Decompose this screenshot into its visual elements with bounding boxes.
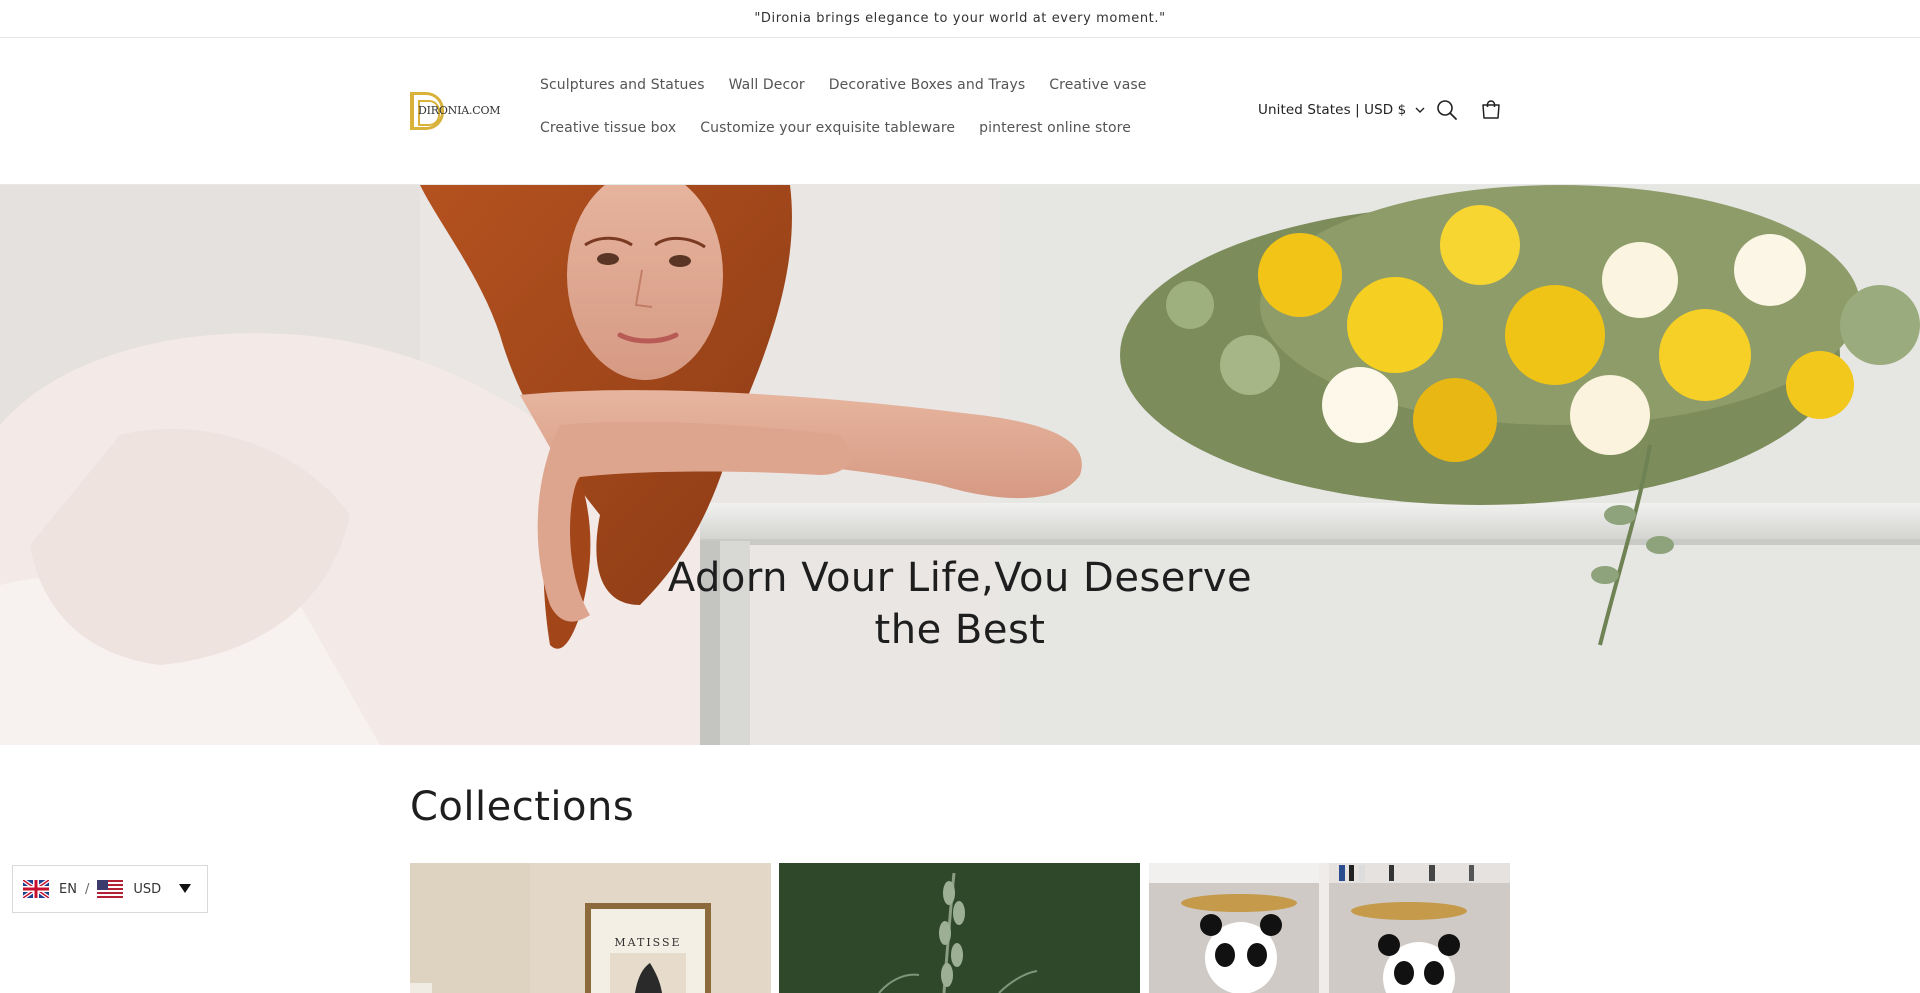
chevron-down-icon bbox=[1415, 107, 1425, 113]
collection-card-image bbox=[1149, 863, 1510, 993]
language-code: EN bbox=[59, 881, 77, 897]
announcement-bar: "Dironia brings elegance to your world a… bbox=[0, 0, 1920, 38]
uk-flag-icon bbox=[23, 880, 49, 898]
cart-icon bbox=[1482, 100, 1500, 119]
collection-card-image bbox=[779, 863, 1140, 993]
collection-card-vase[interactable] bbox=[779, 863, 1140, 993]
collections-title: Collections bbox=[410, 784, 635, 830]
nav-item-pinterest-store[interactable]: pinterest online store bbox=[967, 120, 1143, 136]
hero-banner: Adorn Vour Life,Vou Deserve the Best bbox=[0, 185, 1920, 745]
nav-item-decorative-boxes-trays[interactable]: Decorative Boxes and Trays bbox=[817, 77, 1037, 93]
site-header: DIRONIA.COM Sculptures and Statues Wall … bbox=[0, 38, 1920, 185]
nav-row-2: Creative tissue box Customize your exqui… bbox=[528, 106, 1131, 149]
site-logo[interactable]: DIRONIA.COM bbox=[410, 91, 501, 131]
nav-item-customize-tableware[interactable]: Customize your exquisite tableware bbox=[688, 120, 967, 136]
collection-card-image: MATISSE bbox=[410, 863, 771, 993]
language-currency-switcher[interactable]: EN / USD bbox=[12, 865, 208, 913]
collection-card-wall-art[interactable]: MATISSE bbox=[410, 863, 771, 993]
collection-cards: MATISSE bbox=[410, 863, 1510, 993]
currency-code: USD bbox=[133, 881, 162, 897]
nav-row-1: Sculptures and Statues Wall Decor Decora… bbox=[528, 63, 1146, 106]
search-icon bbox=[1437, 100, 1457, 120]
nav-item-creative-tissue-box[interactable]: Creative tissue box bbox=[528, 120, 688, 136]
switcher-separator: / bbox=[84, 881, 90, 897]
country-currency-selector[interactable]: United States | USD $ bbox=[1258, 98, 1425, 122]
cart-button[interactable] bbox=[1475, 94, 1507, 126]
announcement-text: "Dironia brings elegance to your world a… bbox=[754, 11, 1166, 26]
caret-down-icon bbox=[179, 884, 191, 893]
search-button[interactable] bbox=[1431, 94, 1463, 126]
hero-heading: Adorn Vour Life,Vou Deserve the Best bbox=[667, 555, 1253, 653]
matisse-label: MATISSE bbox=[614, 936, 681, 949]
collection-card-sculptures[interactable] bbox=[1149, 863, 1510, 993]
us-flag-icon bbox=[97, 880, 124, 898]
hero-image bbox=[0, 185, 1920, 745]
logo-text: DIRONIA.COM bbox=[418, 104, 501, 117]
locale-label: United States | USD $ bbox=[1258, 102, 1407, 118]
nav-item-wall-decor[interactable]: Wall Decor bbox=[717, 77, 817, 93]
nav-item-sculptures-statues[interactable]: Sculptures and Statues bbox=[528, 77, 717, 93]
main-navigation: Sculptures and Statues Wall Decor Decora… bbox=[528, 63, 1146, 149]
nav-item-creative-vase[interactable]: Creative vase bbox=[1037, 77, 1158, 93]
